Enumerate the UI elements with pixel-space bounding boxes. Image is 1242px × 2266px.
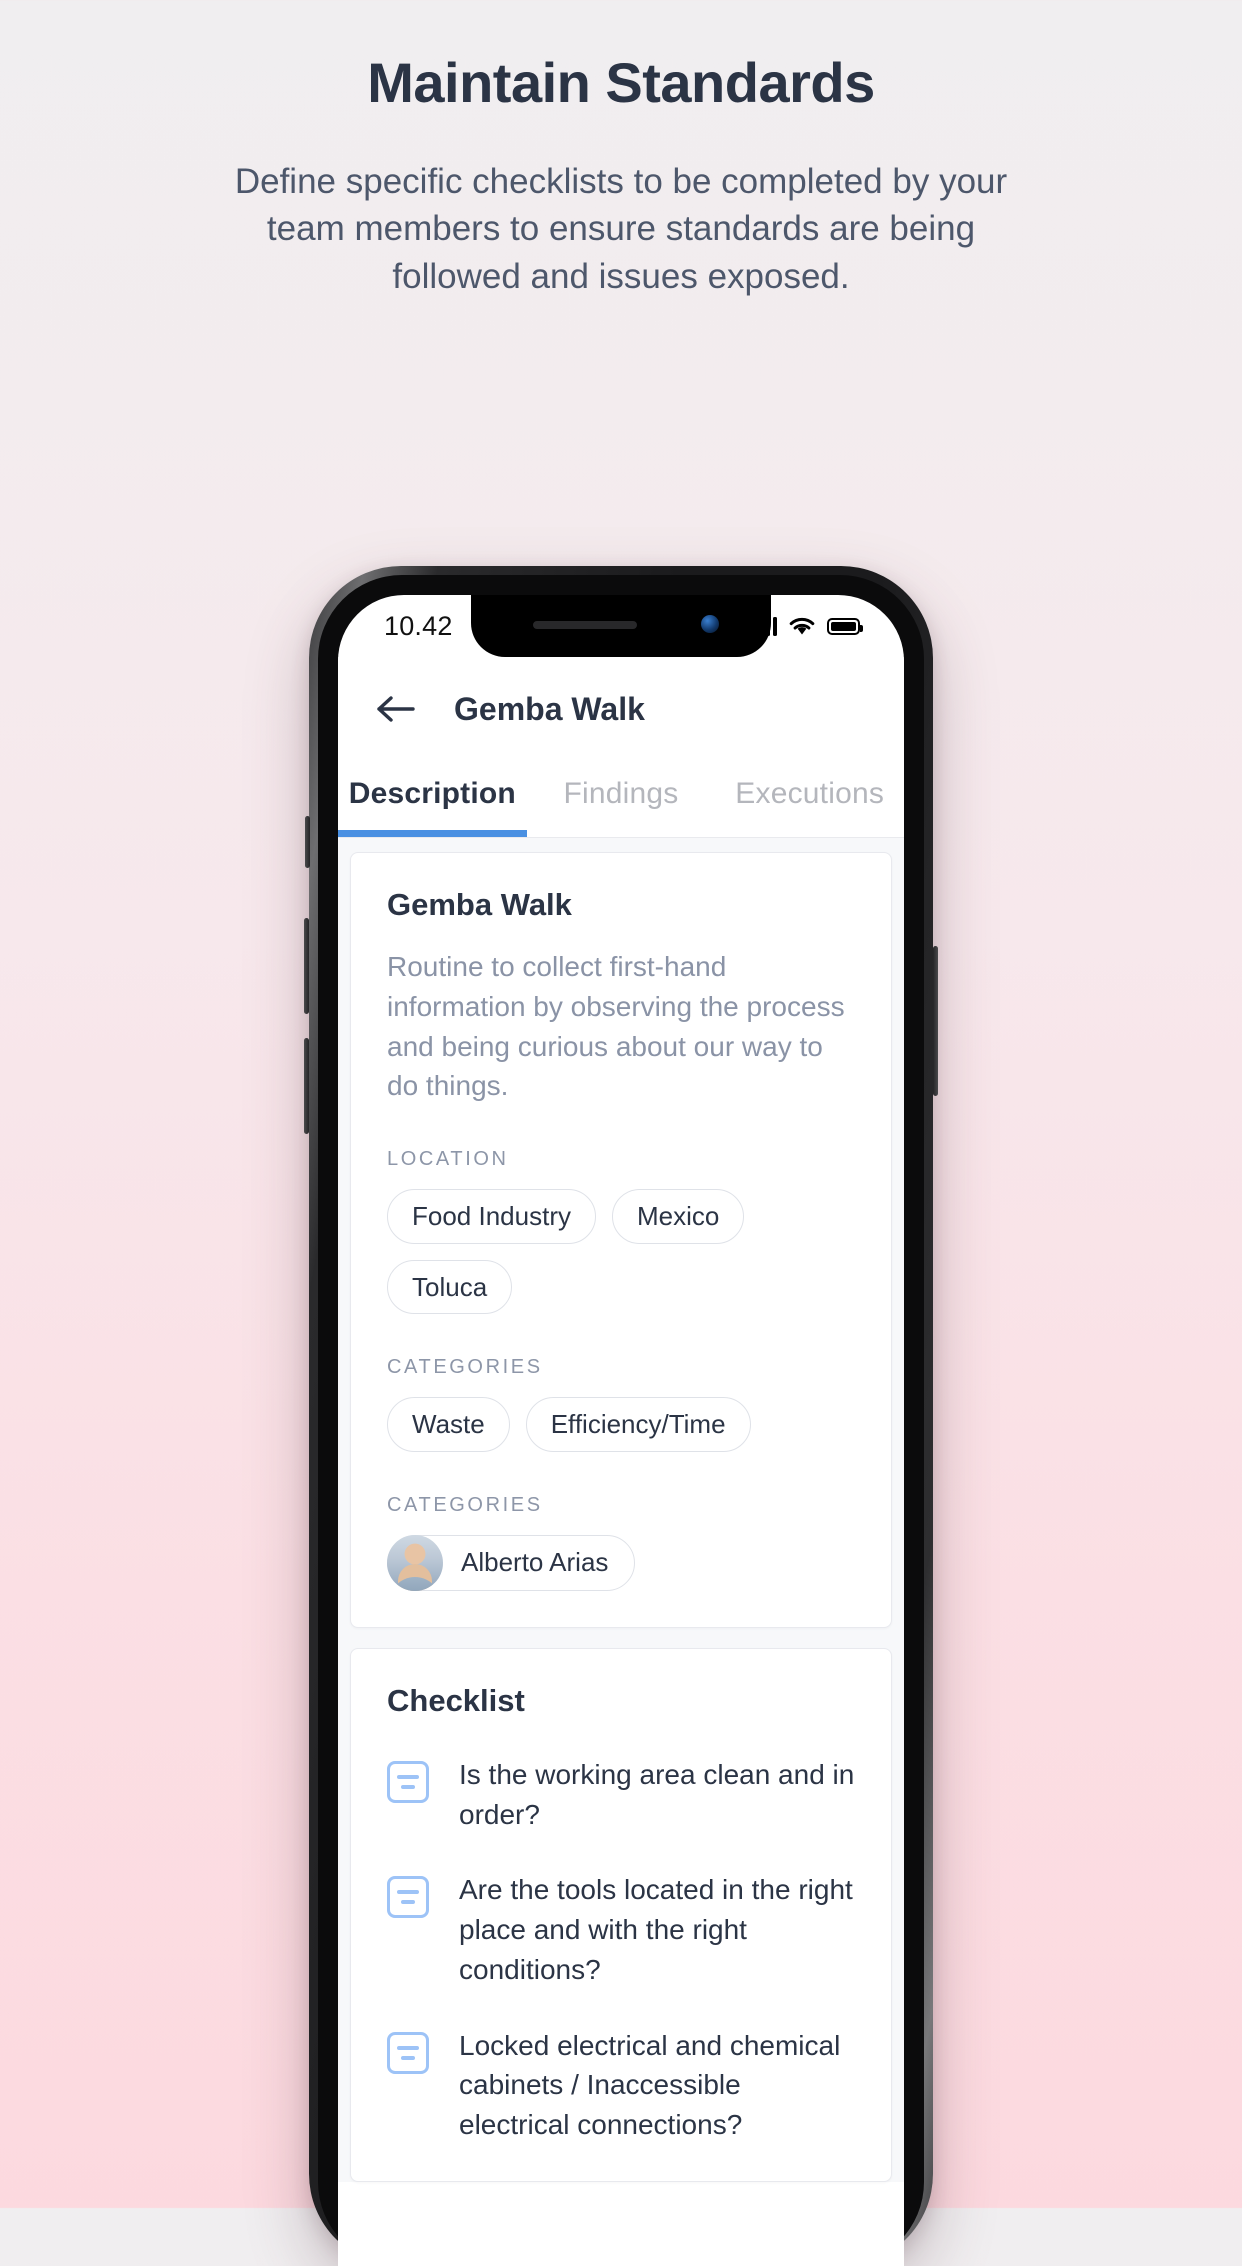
people-chips: Alberto Arias [387,1534,855,1591]
checklist-item-icon [387,2031,429,2074]
app-screen-title: Gemba Walk [454,690,645,727]
checklist-item[interactable]: Locked electrical and chemical cabinets … [387,2026,855,2145]
phone-mockup: 10.42 Gemba Walk Description Findings Ex… [304,566,938,2266]
promo-subtitle: Define specific checklists to be complet… [234,161,1008,296]
chip-person[interactable]: Alberto Arias [387,1534,636,1591]
back-button[interactable] [372,686,418,732]
location-label: LOCATION [387,1148,509,1170]
volume-down-button[interactable] [304,1038,309,1134]
chip-location[interactable]: Mexico [611,1189,745,1244]
user-avatar [387,1534,443,1591]
location-chips: Food Industry Mexico Toluca [387,1189,855,1315]
app-header: Gemba Walk [338,657,904,761]
phone-notch [471,595,771,657]
categories-label: CATEGORIES [387,1356,543,1379]
checklist-item-text: Are the tools located in the right place… [459,1874,853,1985]
checklist-card-title: Checklist [387,1682,525,1718]
description-card-body: Routine to collect first-hand informatio… [387,951,845,1102]
silence-switch[interactable] [305,816,310,868]
checklist-item-text: Is the working area clean and in order? [459,1758,855,1830]
checklist-item[interactable]: Is the working area clean and in order? [387,1755,855,1835]
tab-bar: Description Findings Executions [338,761,904,837]
description-card: Gemba Walk Routine to collect first-hand… [350,852,892,1628]
promo-header: Maintain Standards Define specific check… [0,0,1242,300]
phone-bezel: 10.42 Gemba Walk Description Findings Ex… [318,575,924,2266]
active-tab-indicator [338,830,527,837]
tab-description[interactable]: Description [338,761,527,837]
phone-screen: 10.42 Gemba Walk Description Findings Ex… [338,595,904,2266]
checklist-card: Checklist Is the working area clean and … [350,1647,892,2182]
wifi-icon [789,617,815,635]
scroll-content[interactable]: Gemba Walk Routine to collect first-hand… [338,838,904,2182]
tab-executions[interactable]: Executions [715,761,904,837]
status-time: 10.42 [384,610,453,641]
description-card-title: Gemba Walk [387,887,572,922]
power-button[interactable] [933,946,938,1096]
volume-up-button[interactable] [304,918,309,1014]
battery-full-icon [827,617,863,635]
back-arrow-icon [377,696,415,722]
chip-category[interactable]: Efficiency/Time [525,1397,751,1452]
chip-person-name: Alberto Arias [461,1547,609,1578]
chip-location[interactable]: Food Industry [387,1189,596,1244]
categories-chips: Waste Efficiency/Time [387,1397,855,1452]
checklist-item-text: Locked electrical and chemical cabinets … [459,2029,841,2141]
checklist-item-icon [387,1760,429,1803]
checklist-item-icon [387,1876,429,1919]
page-title: Maintain Standards [367,51,875,114]
front-camera-icon [701,615,719,633]
chip-location[interactable]: Toluca [387,1259,513,1315]
earpiece-speaker [533,621,637,629]
tab-findings[interactable]: Findings [527,761,716,837]
chip-category[interactable]: Waste [387,1397,510,1452]
people-label: CATEGORIES [387,1493,543,1516]
checklist-item[interactable]: Are the tools located in the right place… [387,1870,855,1989]
